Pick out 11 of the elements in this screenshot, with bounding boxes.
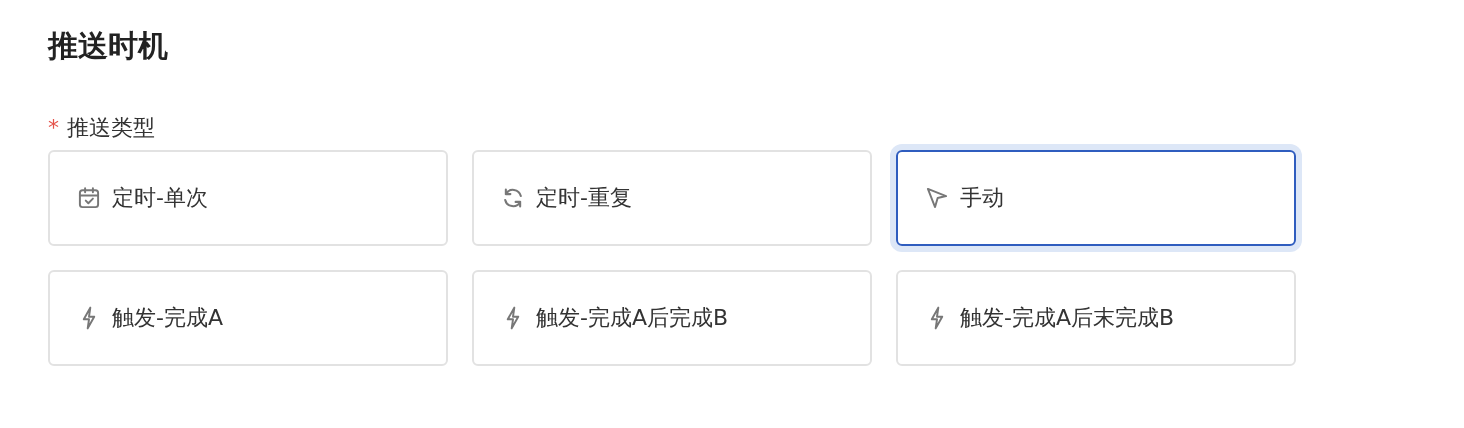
option-card[interactable]: 触发-完成A [48,270,448,366]
option-card[interactable]: 触发-完成A后末完成B [896,270,1296,366]
option-card[interactable]: 触发-完成A后完成B [472,270,872,366]
field-label: 推送类型 [67,114,155,142]
option-card[interactable]: 定时-重复 [472,150,872,246]
option-card[interactable]: 手动 [896,150,1296,246]
calendar-icon [76,185,102,211]
section-title: 推送时机 [48,27,169,65]
cursor-icon [924,185,950,211]
option-card[interactable]: 定时-单次 [48,150,448,246]
required-mark: * [48,114,59,142]
